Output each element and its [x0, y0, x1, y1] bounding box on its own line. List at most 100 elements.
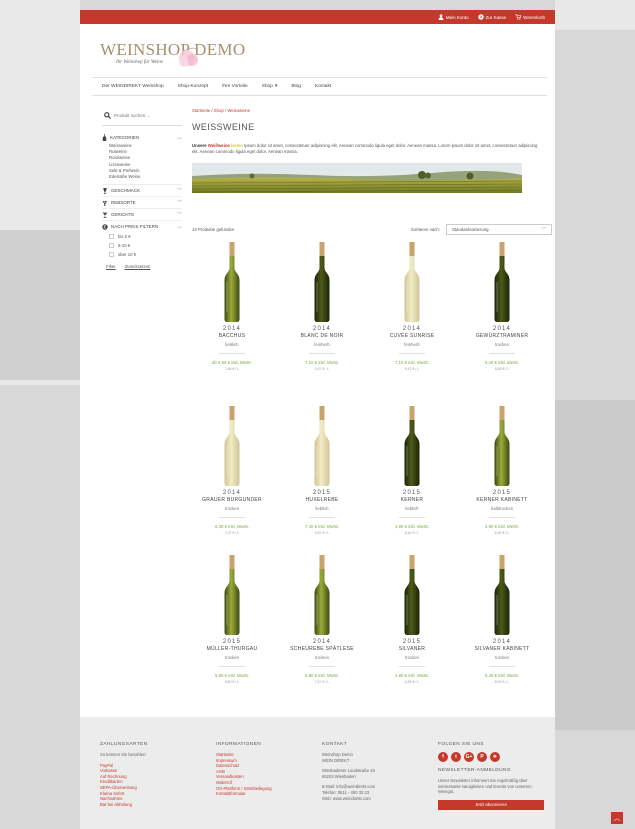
search-input[interactable] — [114, 113, 179, 118]
product-name[interactable]: SILVANER — [367, 646, 457, 652]
price-option-label: bis 5 € — [118, 234, 131, 240]
grape-logo-icon — [179, 47, 199, 67]
wine-bottle-image[interactable] — [401, 242, 423, 322]
product-taste: trocken — [494, 342, 510, 347]
product-card[interactable]: 2015 SILVANER trocken 4,90 € inkl. MwSt. 6,5… — [367, 555, 457, 684]
product-name[interactable]: CUVÉE SUNRISE — [367, 333, 457, 339]
telegram-icon[interactable]: ✈ — [490, 752, 500, 762]
product-name[interactable]: BACCHUS — [187, 333, 277, 339]
product-name[interactable]: HUXELREBE — [277, 497, 367, 503]
filter-link[interactable]: Filter — [106, 264, 116, 269]
category-item[interactable]: Edelsüße Weine — [109, 174, 182, 180]
wine-bottle-image[interactable] — [491, 555, 513, 635]
product-name[interactable]: KERNER KABINETT — [457, 497, 547, 503]
info-link[interactable]: Kontaktformular — [216, 791, 316, 797]
nav-item-blog[interactable]: Blog — [284, 84, 308, 89]
divider — [399, 666, 425, 667]
payment-link[interactable]: Bar bei Abholung — [100, 802, 200, 808]
sort-dropdown[interactable]: Standardsortierung ﹀ — [446, 224, 552, 235]
nav-label: Kontakt — [314, 84, 332, 89]
facebook-icon[interactable]: f — [438, 752, 448, 762]
nav-item-shop-konzept[interactable]: Shop-Konzept — [171, 84, 215, 89]
wine-bottle-image[interactable] — [401, 555, 423, 635]
product-taste: feinherb — [314, 342, 330, 347]
product-name[interactable]: GRAUER BURGUNDER — [187, 497, 277, 503]
checkbox[interactable] — [109, 252, 114, 258]
pinterest-icon[interactable]: P — [477, 752, 487, 762]
facet-taste-toggle[interactable]: GESCHMACK ﹀ — [102, 185, 182, 196]
product-card[interactable]: 2015 KERNER KABINETT halbtrocken 4,80 € ink… — [457, 406, 547, 535]
facet-dishes-toggle[interactable]: GERICHTE ﹀ — [102, 209, 182, 220]
dish-icon — [102, 212, 108, 218]
divider — [219, 666, 245, 667]
chevron-up-icon: ︿ — [176, 135, 182, 141]
wine-bottle-image[interactable] — [491, 242, 513, 322]
product-card[interactable]: 2014 GRAUER BURGUNDER trocken 5,30 € inkl. … — [187, 406, 277, 535]
chevron-down-icon: ﹀ — [176, 200, 182, 207]
product-card[interactable]: 2014 GEWÜRZTRAMINER trocken 6,40 € inkl. Mw… — [457, 242, 547, 371]
nav-item-shop[interactable]: Shop ▾ — [255, 84, 285, 89]
contact-web[interactable]: Web: www.weindirekt.com — [322, 796, 432, 802]
product-card[interactable]: 2014 SCHEUREBE SPÄTLESE trocken 5,80 € inkl… — [277, 555, 367, 684]
cart-link[interactable]: Warenkorb — [515, 14, 545, 20]
reset-link[interactable]: Zurücksetzen — [125, 264, 151, 269]
twitter-icon[interactable]: t — [451, 752, 461, 762]
info-list: Startseite Impressum Datenschutz AGB Versand… — [216, 752, 316, 797]
nav-item-weinshop[interactable]: Der WEINDIREKT Weinshop — [92, 84, 171, 89]
product-name[interactable]: SILVANER KABINETT — [457, 646, 547, 652]
wine-bottle-image[interactable] — [311, 406, 333, 486]
checkbox[interactable] — [109, 243, 114, 249]
wine-bottle-image[interactable] — [401, 406, 423, 486]
divider — [219, 517, 245, 518]
account-link[interactable]: Mein Konto — [438, 14, 469, 20]
checkbox[interactable] — [109, 234, 114, 240]
price-option[interactable]: bis 5 € — [102, 232, 182, 241]
product-taste: lieblich — [315, 506, 329, 511]
product-card[interactable]: 2015 HUXELREBE lieblich 7,40 € inkl. MwSt. 9… — [277, 406, 367, 535]
facet-categories-toggle[interactable]: KATEGORIEN ︿ — [102, 132, 182, 143]
product-card[interactable]: 2014 BLANC DE NOIR feinherb 7,10 € inkl. Mw… — [277, 242, 367, 371]
nav-item-vorteile[interactable]: Ihre Vorteile — [215, 84, 255, 89]
product-unit-price: 7,86 € / L — [224, 367, 240, 371]
divider — [309, 517, 335, 518]
subscribe-button[interactable]: Jetzt abonnieren — [438, 799, 544, 810]
product-name[interactable]: GEWÜRZTRAMINER — [457, 333, 547, 339]
googleplus-icon[interactable]: G+ — [464, 752, 474, 762]
product-name[interactable]: MÜLLER-THURGAU — [187, 646, 277, 652]
product-card[interactable]: 2014 SILVANER KABINETT trocken 6,40 € inkl.… — [457, 555, 547, 684]
nav-label: Ihre Vorteile — [222, 84, 248, 89]
product-card[interactable]: 2015 MÜLLER-THURGAU trocken 5,60 € inkl. Mw… — [187, 555, 277, 684]
wine-bottle-image[interactable] — [311, 555, 333, 635]
facet-grape-toggle[interactable]: REBSORTE ﹀ — [102, 197, 182, 208]
divider — [489, 353, 515, 354]
product-card[interactable]: 2014 CUVÉE SUNRISE feinherb 7,10 € inkl. Mw… — [367, 242, 457, 371]
product-card[interactable]: 2015 KERNER lieblich 4,80 € inkl. MwSt. 6,40… — [367, 406, 457, 535]
price-option-label: 5-10 € — [118, 243, 131, 249]
back-to-top-button[interactable]: ︿ — [611, 812, 623, 824]
product-year: 2014 — [492, 639, 512, 645]
product-name[interactable]: SCHEUREBE SPÄTLESE — [277, 646, 367, 652]
breadcrumb[interactable]: Startseite / Shop / Weissweine — [192, 108, 552, 113]
checkout-link[interactable]: Zur Kasse — [477, 14, 506, 20]
product-taste: halbtrocken — [490, 506, 514, 511]
nav-item-kontakt[interactable]: Kontakt — [308, 84, 338, 89]
wine-bottle-image[interactable] — [491, 406, 513, 486]
search-icon[interactable] — [104, 112, 111, 119]
payment-intro: So können Sie bezahlen: — [100, 752, 147, 757]
divider — [309, 353, 335, 354]
product-name[interactable]: KERNER — [367, 497, 457, 503]
wine-bottle-image[interactable] — [221, 555, 243, 635]
product-year: 2015 — [222, 639, 242, 645]
wine-bottle-image[interactable] — [221, 242, 243, 322]
site-logo[interactable]: WEINSHOP DEMO Ihr Weinshop für Weine — [100, 38, 250, 78]
product-card[interactable]: 2014 BACCHUS lieblich ab 5,90 € inkl. MwSt.… — [187, 242, 277, 371]
wine-bottle-image[interactable] — [221, 406, 243, 486]
divider — [399, 517, 425, 518]
wine-bottle-image[interactable] — [311, 242, 333, 322]
facet-price-toggle[interactable]: € NACH PREIS FILTERN ︿ — [102, 221, 182, 232]
price-option[interactable]: über 10 € — [102, 250, 182, 259]
top-bar: Mein Konto Zur Kasse Warenkorb — [80, 10, 555, 24]
product-name[interactable]: BLANC DE NOIR — [277, 333, 367, 339]
price-option[interactable]: 5-10 € — [102, 241, 182, 250]
page: Mein Konto Zur Kasse Warenkorb WEINSHOP … — [80, 10, 555, 829]
